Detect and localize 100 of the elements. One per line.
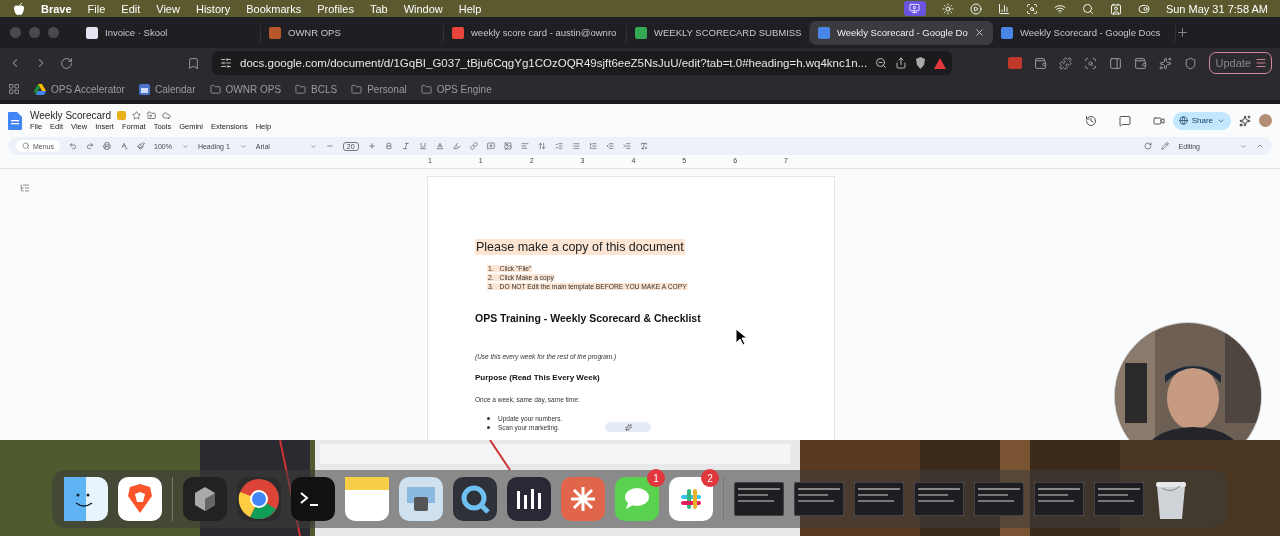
sunburst-icon[interactable] (941, 2, 954, 15)
menu-item[interactable]: View (156, 2, 180, 15)
menu-item[interactable]: Edit (121, 2, 141, 15)
clear-format-icon[interactable] (639, 142, 648, 150)
print-icon[interactable] (103, 142, 111, 150)
clock[interactable]: Sun May 31 7:58 AM (1165, 2, 1268, 15)
site-settings-icon[interactable] (220, 57, 232, 69)
bookmark-link[interactable]: Personal (351, 83, 407, 95)
apps-grid-icon[interactable] (8, 83, 20, 95)
bookmark-icon[interactable] (187, 56, 200, 70)
cloud-icon[interactable] (161, 111, 171, 120)
menu-item[interactable]: Tab (369, 2, 388, 15)
quicktime-icon[interactable] (453, 477, 497, 521)
menu-item[interactable]: Bookmarks (246, 2, 302, 15)
bullet-list-icon[interactable] (571, 142, 580, 150)
redo-icon[interactable] (86, 142, 94, 150)
password-icon[interactable] (1007, 57, 1022, 69)
caret-icon[interactable] (181, 142, 189, 150)
window-thumbnail-icon[interactable] (854, 482, 904, 516)
reload-icon[interactable] (60, 56, 73, 70)
window-thumbnail-icon[interactable] (794, 482, 844, 516)
lion-shield-icon[interactable] (915, 57, 927, 69)
terminal-icon[interactable] (291, 477, 335, 521)
extensions-icon[interactable] (1058, 56, 1072, 70)
indent-increase-icon[interactable] (622, 142, 631, 150)
screen-share-icon[interactable] (903, 1, 926, 16)
browser-tab[interactable]: OWNR OPS (261, 20, 444, 45)
history-icon[interactable] (1084, 114, 1097, 127)
video-call-icon[interactable] (1152, 114, 1165, 127)
card-icon[interactable] (1133, 56, 1147, 70)
avatar[interactable] (1259, 114, 1272, 127)
floating-action-button[interactable] (605, 422, 651, 432)
menu-item[interactable]: History (195, 2, 231, 15)
window-thumbnail-icon[interactable] (914, 482, 964, 516)
comment-icon[interactable] (1118, 114, 1131, 127)
share-button[interactable]: Share (1172, 111, 1231, 130)
browser-tab[interactable]: WEEKLY SCORECARD SUBMISS (627, 20, 810, 45)
control-center-icon[interactable] (1137, 2, 1150, 15)
outline-icon[interactable] (20, 183, 30, 193)
window-thumbnail-icon[interactable] (734, 482, 784, 516)
bookmark-link[interactable]: OPS Engine (420, 83, 492, 95)
checklist-icon[interactable] (554, 142, 563, 150)
photo-viewer-icon[interactable] (399, 477, 443, 521)
caret-icon[interactable] (239, 142, 247, 150)
caret-icon[interactable] (309, 142, 317, 150)
menu-item[interactable]: Profiles (317, 2, 354, 15)
align-icon[interactable] (520, 142, 529, 150)
zoom-out-icon[interactable] (875, 57, 888, 69)
document-title[interactable]: Weekly Scorecard (30, 110, 111, 121)
wallet-icon[interactable] (1033, 56, 1047, 70)
caret-icon[interactable] (1240, 142, 1247, 150)
browser-tab[interactable]: weekly score card - austin@ownro (444, 20, 627, 45)
window-thumbnail-icon[interactable] (974, 482, 1024, 516)
share-icon[interactable] (895, 57, 908, 69)
update-button[interactable]: Update (1208, 52, 1272, 74)
sparkle-icon[interactable] (1158, 56, 1172, 70)
bars-icon[interactable] (997, 2, 1010, 15)
bookmark-link[interactable]: Calendar (138, 83, 196, 95)
document-page[interactable] (428, 177, 834, 440)
starburst-icon[interactable] (561, 477, 605, 521)
text-color-icon[interactable] (435, 142, 444, 150)
italic-icon[interactable] (401, 142, 410, 150)
badge-icon[interactable] (1109, 2, 1122, 15)
sparkle-icon[interactable] (624, 423, 632, 431)
browser-tab[interactable]: Invoice · Skool (78, 20, 261, 45)
lion-shield-icon[interactable] (118, 477, 162, 521)
play-icon[interactable] (969, 2, 982, 15)
underline-icon[interactable] (418, 142, 427, 150)
bookmark-link[interactable]: BCLS (295, 83, 338, 95)
menu-item[interactable]: Window (403, 2, 443, 15)
close-icon[interactable] (974, 27, 985, 38)
numbered-list-icon[interactable] (588, 142, 597, 150)
move-icon[interactable] (146, 111, 156, 120)
menu-icon[interactable] (1255, 57, 1267, 69)
bookmark-link[interactable]: OWNR OPS (209, 83, 282, 95)
shield-icon[interactable] (1183, 56, 1197, 70)
bold-icon[interactable] (384, 142, 393, 150)
paint-format-icon[interactable] (137, 142, 145, 150)
refresh-icon[interactable] (1143, 142, 1152, 150)
star-icon[interactable] (131, 111, 141, 120)
triangle-icon[interactable] (934, 57, 947, 69)
new-tab-icon[interactable] (1176, 26, 1189, 39)
address-field[interactable]: docs.google.com/document/d/1GqBI_G037_tBju6CqgYg1COzOQR49sjft6eeZ5NsJuU/edit?tab=t.0#heading=h.wq4knc1n... (212, 51, 952, 75)
focus-icon[interactable] (1025, 2, 1038, 15)
sparkle-icon[interactable] (1239, 114, 1251, 127)
link-icon[interactable] (469, 142, 478, 150)
window-thumbnail-icon[interactable] (1034, 482, 1084, 516)
app-name[interactable]: Brave (41, 2, 72, 15)
indent-decrease-icon[interactable] (605, 142, 614, 150)
line-spacing-icon[interactable] (537, 142, 546, 150)
monitor-icon[interactable] (909, 3, 921, 14)
sidebar-icon[interactable] (1108, 56, 1122, 70)
collapse-icon[interactable] (1256, 142, 1264, 150)
finder-icon[interactable] (64, 477, 108, 521)
image-icon[interactable] (503, 142, 512, 150)
menu-item[interactable]: File (87, 2, 106, 15)
browser-tab[interactable]: Weekly Scorecard - Google Docs (993, 20, 1176, 45)
bookmark-link[interactable]: OPS Accelerator (34, 83, 125, 95)
spellcheck-icon[interactable] (120, 142, 128, 150)
globe-icon[interactable] (1178, 116, 1188, 125)
